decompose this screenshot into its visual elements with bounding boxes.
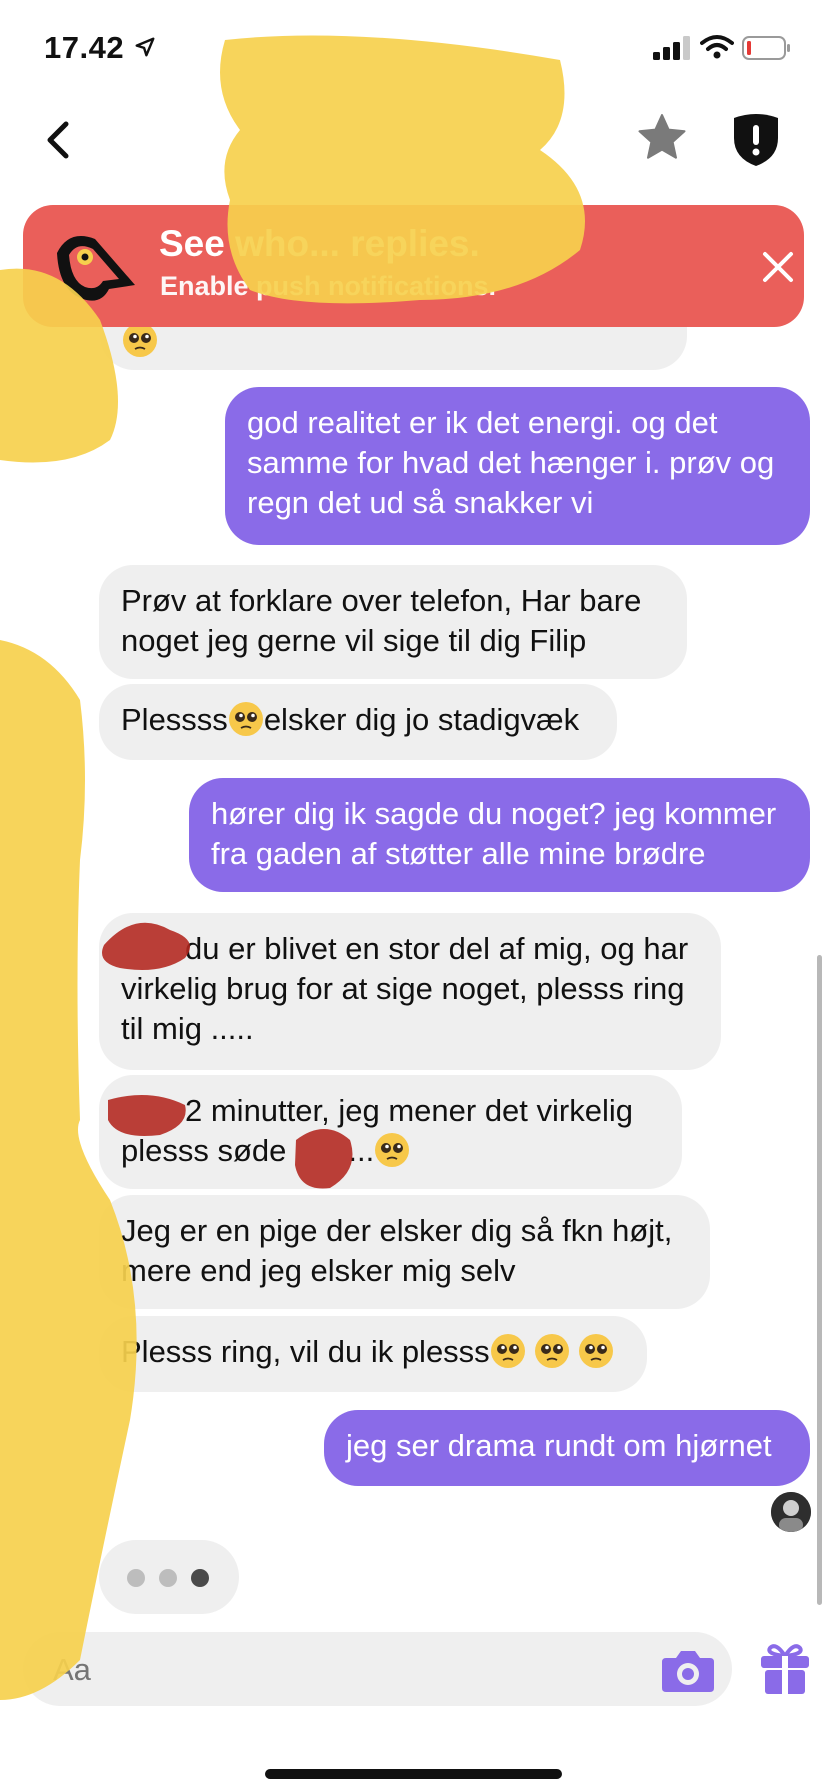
gift-button[interactable] xyxy=(758,1640,812,1696)
status-bar: 17.42 xyxy=(0,0,827,100)
message-bubble-outgoing: god realitet er ik det energi. og det sa… xyxy=(225,387,810,545)
status-time: 17.42 xyxy=(44,30,125,65)
message-bubble-incoming: Plessss elsker dig jo stadigvæk xyxy=(99,684,617,760)
cell-signal-icon xyxy=(653,36,690,60)
message-text: jeg ser drama rundt om hjørnet xyxy=(346,1428,772,1463)
camera-button[interactable] xyxy=(660,1646,716,1694)
typing-indicator xyxy=(99,1540,239,1614)
close-icon[interactable] xyxy=(761,250,795,284)
message-text: ... xyxy=(348,1133,375,1168)
back-button[interactable] xyxy=(40,118,76,162)
message-bubble-incoming: 2 minutter, jeg mener det virkelig pless… xyxy=(99,1075,682,1189)
banner-subtitle: Enable push notifications. xyxy=(160,271,497,301)
location-arrow-icon xyxy=(135,37,155,57)
report-shield-button[interactable] xyxy=(730,112,782,168)
message-text: plesss søde xyxy=(121,1133,287,1168)
message-text: Plesss ring, vil du ik plesss xyxy=(121,1334,490,1369)
favorite-star-button[interactable] xyxy=(636,112,688,164)
message-bubble-incoming: Jeg er en pige der elsker dig så fkn høj… xyxy=(99,1195,710,1309)
message-text: 2 minutter, jeg mener det virkelig xyxy=(185,1093,633,1128)
message-text: du er blivet en stor del af mig, og har … xyxy=(121,931,689,1046)
message-input[interactable] xyxy=(53,1652,613,1688)
message-text: Prøv at forklare over telefon, Har bare … xyxy=(121,583,642,658)
battery-icon xyxy=(742,36,790,60)
pleading-face-emoji-icon xyxy=(123,323,157,357)
message-bubble-incoming: Prøv at forklare over telefon, Har bare … xyxy=(99,565,687,679)
wifi-icon xyxy=(700,35,734,59)
pleading-face-emoji-icon xyxy=(490,1334,525,1368)
message-text: Plessss xyxy=(121,702,228,737)
message-bubble-incoming: Plesss ring, vil du ik plesss xyxy=(99,1316,647,1392)
message-text: hører dig ik sagde du noget? jeg kommer … xyxy=(211,796,777,871)
typing-dot xyxy=(191,1569,209,1587)
message-bubble-outgoing: hører dig ik sagde du noget? jeg kommer … xyxy=(189,778,810,892)
push-notification-banner[interactable]: See who... replies. Enable push notifica… xyxy=(23,205,804,327)
typing-dot xyxy=(127,1569,145,1587)
app-logo-icon xyxy=(57,236,135,301)
message-text: elsker dig jo stadigvæk xyxy=(263,702,580,737)
pleading-face-emoji-icon xyxy=(578,1334,613,1368)
pleading-face-emoji-icon xyxy=(228,702,263,736)
home-indicator[interactable] xyxy=(265,1769,562,1779)
message-bubble-outgoing: jeg ser drama rundt om hjørnet xyxy=(324,1410,810,1486)
scrollbar[interactable] xyxy=(817,955,822,1605)
message-composer[interactable] xyxy=(23,1632,732,1706)
typing-dot xyxy=(159,1569,177,1587)
read-receipt-avatar xyxy=(771,1492,811,1532)
pleading-face-emoji-icon xyxy=(375,1133,410,1167)
pleading-face-emoji-icon xyxy=(534,1334,569,1368)
message-text: god realitet er ik det energi. og det sa… xyxy=(247,405,775,520)
message-bubble-incoming: du er blivet en stor del af mig, og har … xyxy=(99,913,721,1070)
message-text: Jeg er en pige der elsker dig så fkn høj… xyxy=(121,1213,673,1288)
banner-title: See who... replies. xyxy=(159,223,480,264)
